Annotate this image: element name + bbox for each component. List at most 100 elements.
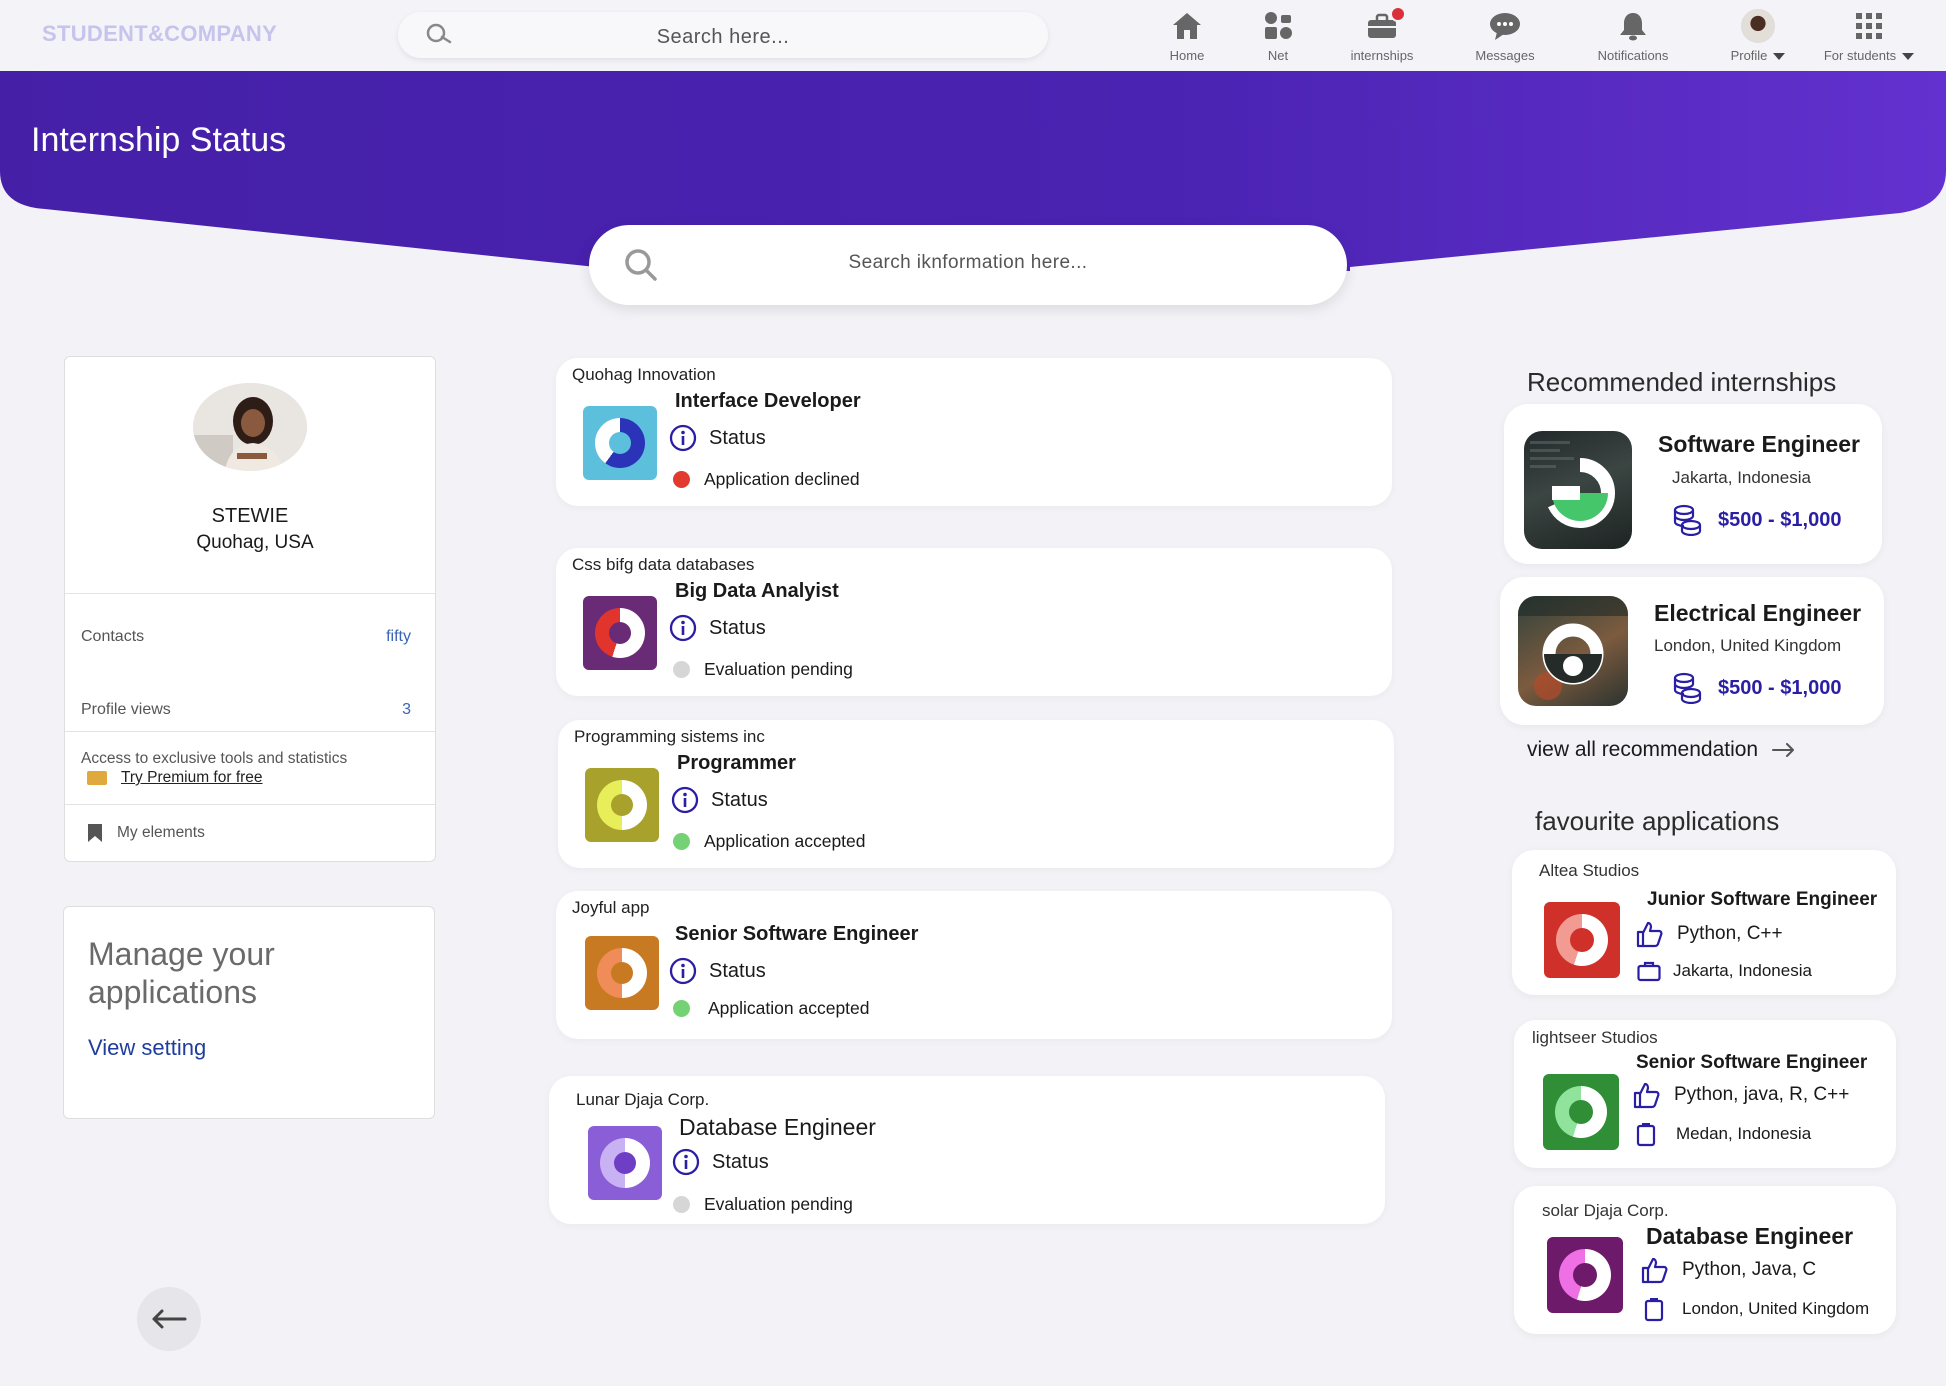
view-all-label: view all recommendation: [1527, 738, 1759, 761]
application-company: Joyful app: [572, 898, 650, 917]
premium-row: Try Premium for free: [87, 769, 263, 787]
status-state: Evaluation pending: [673, 659, 853, 680]
nav-notifications-label: Notifications: [1597, 48, 1669, 63]
bookmark-icon: [88, 824, 102, 842]
favourite-application-card[interactable]: lightseer Studios Senior Software Engine…: [1514, 1020, 1896, 1168]
view-all-recommendations-link[interactable]: view all recommendation: [1527, 738, 1796, 762]
profile-avatar-small: [1741, 9, 1775, 43]
manage-applications-card: Manage your applications View setting: [63, 906, 435, 1119]
info-icon: [669, 424, 697, 452]
status-label: Status: [709, 959, 766, 982]
status-label: Status: [711, 788, 768, 811]
my-elements-label: My elements: [117, 824, 205, 841]
recommended-salary: $500 - $1,000: [1672, 504, 1841, 536]
favourite-title: Senior Software Engineer: [1636, 1052, 1868, 1073]
info-icon: [672, 1148, 700, 1176]
application-card[interactable]: Joyful app Senior Software Engineer Stat…: [556, 891, 1392, 1039]
profile-views-value[interactable]: 3: [402, 701, 411, 719]
company-logo: [588, 1126, 662, 1200]
application-company: Quohag Innovation: [572, 365, 716, 384]
status-state-label: Application accepted: [704, 831, 866, 851]
thumbs-up-icon: [1633, 1082, 1660, 1109]
information-search-input[interactable]: Search iknformation here...: [589, 225, 1347, 305]
nav-notifications[interactable]: Notifications: [1593, 8, 1673, 63]
network-icon: [1265, 12, 1292, 39]
info-icon: [669, 957, 697, 985]
status-row: Status: [672, 1148, 769, 1176]
nav-home[interactable]: Home: [1165, 8, 1209, 63]
nav-messages[interactable]: Messages: [1472, 8, 1538, 63]
application-card[interactable]: Lunar Djaja Corp. Database Engineer Stat…: [549, 1076, 1385, 1224]
nav-profile-label: Profile: [1730, 48, 1768, 63]
application-company: Css bifg data databases: [572, 555, 755, 574]
home-icon: [1173, 13, 1201, 39]
app-logo[interactable]: STUDENT&COMPANY: [42, 21, 277, 47]
grid-apps-icon: [1856, 13, 1882, 39]
favourite-application-card[interactable]: Altea Studios Junior Software Engineer P…: [1512, 850, 1896, 995]
application-card[interactable]: Quohag Innovation Interface Developer St…: [556, 358, 1392, 506]
favourite-skills-value: Python, Java, C: [1682, 1259, 1817, 1280]
application-card[interactable]: Programming sistems inc Programmer Statu…: [558, 720, 1394, 868]
clipboard-icon: [1636, 1123, 1656, 1147]
favourite-location-value: Medan, Indonesia: [1676, 1124, 1812, 1143]
bell-icon: [1620, 13, 1646, 41]
company-logo: [585, 936, 659, 1010]
application-card[interactable]: Css bifg data databases Big Data Analyis…: [556, 548, 1392, 696]
profile-avatar[interactable]: [193, 383, 307, 471]
favourite-skills-value: Python, C++: [1677, 923, 1783, 944]
coins-icon: [1673, 672, 1702, 704]
clipboard-icon: [1644, 1298, 1664, 1322]
information-search-placeholder: Search iknformation here...: [848, 252, 1088, 273]
back-button[interactable]: [137, 1287, 201, 1351]
divider: [65, 593, 435, 594]
nav-profile[interactable]: Profile: [1726, 8, 1790, 63]
status-dot: [673, 661, 690, 678]
status-row: Status: [671, 786, 768, 814]
status-label: Status: [709, 616, 766, 639]
nav-for-students-label: For students: [1823, 48, 1897, 63]
contacts-value[interactable]: fifty: [386, 628, 411, 646]
status-row: Status: [669, 424, 766, 452]
recommended-location: London, United Kingdom: [1654, 636, 1842, 655]
nav-for-students[interactable]: For students: [1820, 8, 1918, 63]
favourite-skills: Python, C++: [1635, 920, 1783, 948]
company-image: [1524, 431, 1632, 549]
chat-bubble-icon: [1490, 13, 1520, 40]
status-label: Status: [709, 426, 766, 449]
nav-messages-label: Messages: [1475, 48, 1535, 63]
nav-net[interactable]: Net: [1258, 8, 1298, 63]
recommended-internship-card[interactable]: Software Engineer Jakarta, Indonesia $50…: [1504, 404, 1882, 564]
recommended-internship-card[interactable]: Electrical Engineer London, United Kingd…: [1500, 577, 1884, 725]
view-setting-link[interactable]: View setting: [88, 1035, 206, 1061]
company-image: [1518, 596, 1628, 706]
recommended-salary-value: $500 - $1,000: [1718, 676, 1842, 699]
chevron-down-icon: [1902, 53, 1915, 61]
divider: [65, 804, 435, 805]
favourite-application-card[interactable]: solar Djaja Corp. Database Engineer Pyth…: [1514, 1186, 1896, 1334]
contacts-label: Contacts: [81, 628, 145, 645]
status-state-label: Application declined: [704, 469, 860, 489]
try-premium-link[interactable]: Try Premium for free: [121, 769, 263, 787]
recommended-title: Recommended internships: [1527, 367, 1837, 397]
premium-description: Access to exclusive tools and statistics: [81, 750, 348, 767]
status-dot: [673, 1196, 690, 1213]
my-elements-link[interactable]: My elements: [87, 823, 205, 843]
nav-internships-label: internships: [1350, 48, 1414, 63]
status-dot: [673, 833, 690, 850]
status-state-label: Application accepted: [708, 998, 870, 1018]
thumbs-up-icon: [1636, 921, 1663, 948]
global-search-input[interactable]: Search here...: [398, 12, 1048, 58]
arrow-left-icon: [152, 1309, 187, 1329]
application-title: Big Data Analyist: [675, 580, 839, 602]
status-state: Evaluation pending: [673, 1194, 853, 1215]
nav-internships[interactable]: internships: [1346, 6, 1418, 63]
company-logo: [583, 406, 657, 480]
thumbs-up-icon: [1641, 1257, 1668, 1284]
status-state-label: Evaluation pending: [704, 659, 853, 679]
manage-title: Manage your applications: [88, 936, 275, 1010]
arrow-right-icon: [1772, 743, 1795, 757]
favourites-title: favourite applications: [1535, 806, 1780, 836]
profile-views-label: Profile views: [81, 701, 171, 718]
application-title: Database Engineer: [679, 1114, 876, 1140]
favourite-location-value: London, United Kingdom: [1682, 1299, 1870, 1318]
